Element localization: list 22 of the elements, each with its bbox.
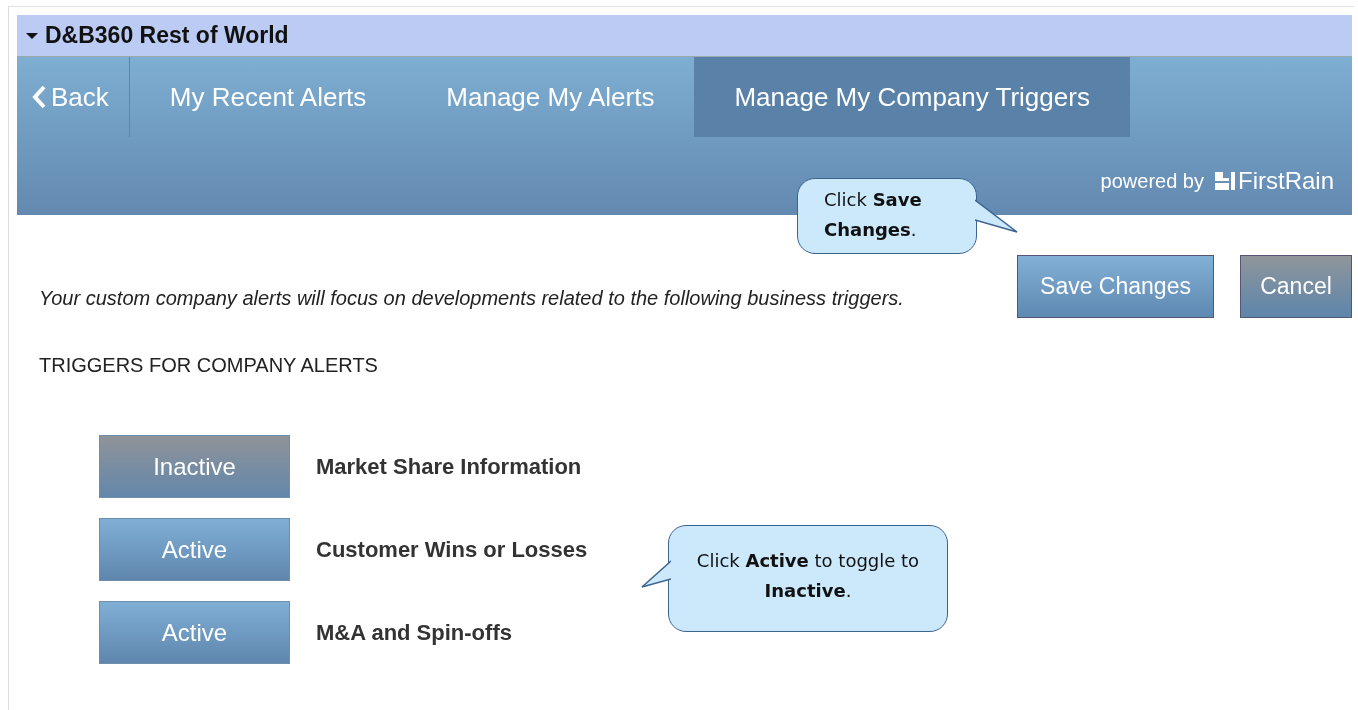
chevron-left-icon [31,84,47,110]
toggle-button[interactable]: Inactive [99,435,290,498]
logo-icon [1214,171,1236,191]
save-button[interactable]: Save Changes [1017,255,1214,318]
section-title: D&B360 Rest of World [45,22,289,49]
section-heading: TRIGGERS FOR COMPANY ALERTS [39,354,379,377]
callout-text: Click Save Changes. [824,189,922,240]
trigger-name: Customer Wins or Losses [316,536,588,563]
trigger-name: Market Share Information [316,453,582,480]
nav-tab[interactable]: My Recent Alerts [129,57,407,137]
brand-name: FirstRain [1238,167,1334,195]
toggle-button[interactable]: Active [99,601,290,664]
back-link[interactable]: Back [17,57,130,137]
nav-tab[interactable]: Manage My Alerts [406,57,695,137]
cancel-button[interactable]: Cancel [1240,255,1352,318]
section-header[interactable]: D&B360 Rest of World [17,15,1352,57]
callout-text: Click Active to toggle to Inactive. [696,550,920,601]
nav-tab[interactable]: Manage My Company Triggers [694,57,1130,137]
toggle-button[interactable]: Active [99,518,290,581]
trigger-name: M&A and Spin-offs [316,619,512,646]
intro-text: Your custom company alerts will focus on developments related to the following business triggers. [39,286,905,311]
powered-by-label: powered by [1100,169,1204,193]
